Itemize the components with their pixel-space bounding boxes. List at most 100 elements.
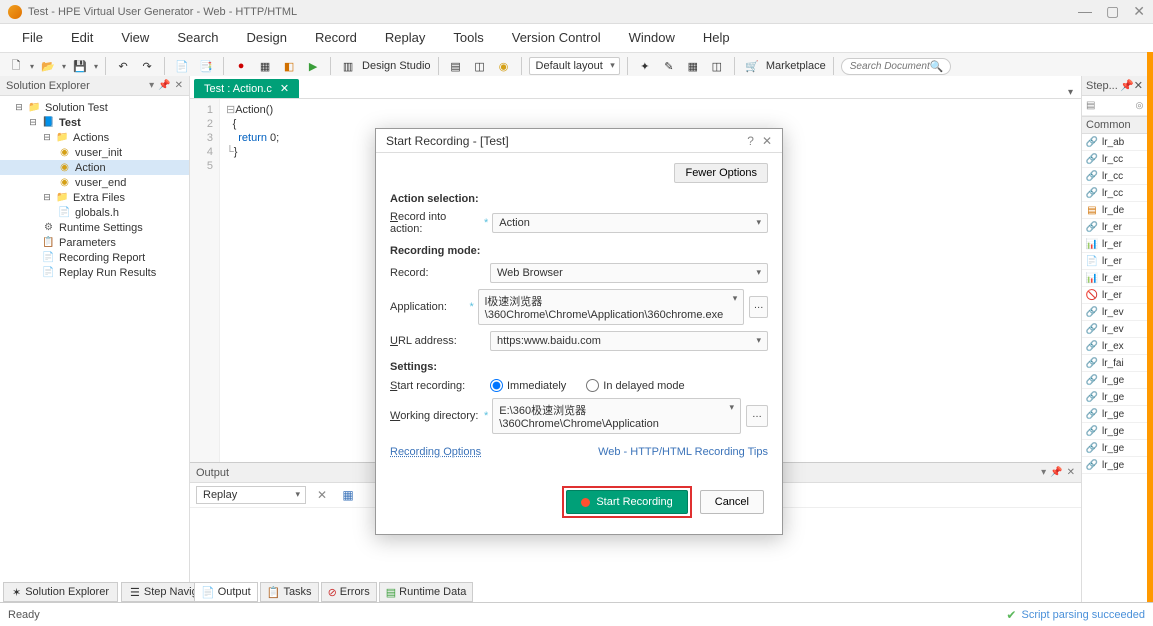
output-clear-icon[interactable]: ✕: [312, 485, 332, 505]
step-item[interactable]: 🔗lr_cc: [1082, 151, 1147, 168]
search-icon[interactable]: 🔍: [930, 60, 944, 73]
menu-help[interactable]: Help: [689, 24, 744, 52]
cancel-button[interactable]: Cancel: [700, 490, 764, 514]
step-item[interactable]: 📄lr_er: [1082, 253, 1147, 270]
recording-options-link[interactable]: Recording Options: [390, 446, 481, 458]
tree-globals-h[interactable]: 📄globals.h: [0, 205, 189, 220]
tree-runtime-settings[interactable]: ⚙Runtime Settings: [0, 220, 189, 235]
working-dir-combo[interactable]: E:\360极速浏览器\360Chrome\Chrome\Application: [492, 398, 741, 434]
step-item[interactable]: 🔗lr_ev: [1082, 304, 1147, 321]
step-item[interactable]: 🔗lr_cc: [1082, 185, 1147, 202]
minimize-button[interactable]: —: [1078, 3, 1092, 20]
right-docked-strip[interactable]: [1147, 52, 1153, 602]
output-pin-icon[interactable]: 📌: [1050, 467, 1062, 478]
close-button[interactable]: ✕: [1133, 3, 1145, 20]
fewer-options-button[interactable]: Fewer Options: [674, 163, 768, 183]
tab-runtime-data[interactable]: ▤Runtime Data: [379, 582, 474, 602]
tree-recording-report[interactable]: 📄Recording Report: [0, 250, 189, 265]
output-lock-icon[interactable]: ▦: [338, 485, 358, 505]
url-combo[interactable]: https:www.baidu.com: [490, 331, 768, 351]
menu-replay[interactable]: Replay: [371, 24, 439, 52]
runtime-icon[interactable]: ◉: [494, 56, 514, 76]
file-tab-action-c[interactable]: Test : Action.c ✕: [194, 79, 299, 98]
cart-icon[interactable]: 🛒: [742, 56, 762, 76]
dialog-help-icon[interactable]: ?: [747, 134, 754, 148]
step-item[interactable]: 🔗lr_ev: [1082, 321, 1147, 338]
recording-tips-link[interactable]: Web - HTTP/HTML Recording Tips: [598, 446, 768, 458]
panel-close-icon[interactable]: ✕: [175, 80, 183, 91]
step-item[interactable]: 🔗lr_cc: [1082, 168, 1147, 185]
menu-search[interactable]: Search: [163, 24, 232, 52]
maximize-button[interactable]: ▢: [1106, 3, 1119, 20]
filter-dd-icon[interactable]: ◎: [1135, 100, 1143, 111]
tree-replay-results[interactable]: 📄Replay Run Results: [0, 265, 189, 280]
output-close-icon[interactable]: ✕: [1067, 467, 1075, 478]
radio-immediately[interactable]: Immediately: [490, 379, 566, 392]
record-combo[interactable]: Web Browser: [490, 263, 768, 283]
filter-icon[interactable]: ▤: [1086, 100, 1095, 111]
record-button[interactable]: ●: [231, 56, 251, 76]
output-filter-combo[interactable]: Replay: [196, 486, 306, 504]
step-item[interactable]: 🔗lr_ge: [1082, 406, 1147, 423]
panel-dropdown-icon[interactable]: ▾: [149, 80, 154, 91]
pencil-icon[interactable]: ✎: [659, 56, 679, 76]
tree-actions-folder[interactable]: ⊟📁Actions: [0, 130, 189, 145]
menu-edit[interactable]: Edit: [57, 24, 107, 52]
layout-icon[interactable]: ▤: [446, 56, 466, 76]
compile-button[interactable]: ▦: [255, 56, 275, 76]
play-button[interactable]: ▶: [303, 56, 323, 76]
step-item[interactable]: 🔗lr_ge: [1082, 440, 1147, 457]
tab-solution-explorer[interactable]: ✶Solution Explorer: [3, 582, 118, 602]
menu-version-control[interactable]: Version Control: [498, 24, 615, 52]
design-studio-link[interactable]: Design Studio: [362, 60, 431, 72]
step-item[interactable]: 🔗lr_ge: [1082, 457, 1147, 474]
tab-overflow-icon[interactable]: ▾: [1068, 87, 1073, 98]
step-item[interactable]: 🔗lr_fai: [1082, 355, 1147, 372]
panel-pin-icon[interactable]: 📌: [158, 80, 170, 91]
docs-search-input[interactable]: [850, 61, 930, 72]
steps-filter-input[interactable]: [1095, 100, 1135, 111]
menu-tools[interactable]: Tools: [439, 24, 497, 52]
steps-pin-icon[interactable]: 📌: [1120, 79, 1134, 92]
step-item[interactable]: 🔗lr_ge: [1082, 389, 1147, 406]
tree-action-action[interactable]: ◉Action: [0, 160, 189, 175]
menu-record[interactable]: Record: [301, 24, 371, 52]
file-tab-close-icon[interactable]: ✕: [280, 82, 289, 95]
step-item[interactable]: 🔗lr_ge: [1082, 423, 1147, 440]
steps-close-icon[interactable]: ✕: [1134, 79, 1143, 92]
open-button[interactable]: 📂: [38, 56, 58, 76]
save-button[interactable]: 💾: [70, 56, 90, 76]
stop-button[interactable]: ◧: [279, 56, 299, 76]
tree-solution-root[interactable]: ⊟📁Solution Test: [0, 100, 189, 115]
step-item[interactable]: 📊lr_er: [1082, 270, 1147, 287]
settings-icon[interactable]: ◫: [470, 56, 490, 76]
menu-file[interactable]: File: [8, 24, 57, 52]
insert-icon[interactable]: 📑: [196, 56, 216, 76]
step-item[interactable]: 🔗lr_ab: [1082, 134, 1147, 151]
tab-errors[interactable]: ⊘Errors: [321, 582, 377, 602]
working-dir-browse-button[interactable]: …: [746, 405, 768, 427]
tree-parameters[interactable]: 📋Parameters: [0, 235, 189, 250]
dialog-close-icon[interactable]: ✕: [762, 134, 772, 148]
wand-icon[interactable]: ✦: [635, 56, 655, 76]
menu-window[interactable]: Window: [615, 24, 689, 52]
application-combo[interactable]: l极速浏览器\360Chrome\Chrome\Application\360c…: [478, 289, 744, 325]
marketplace-link[interactable]: Marketplace: [766, 60, 826, 72]
grid-icon[interactable]: ▦: [683, 56, 703, 76]
step-item[interactable]: 🔗lr_ge: [1082, 372, 1147, 389]
output-dropdown-icon[interactable]: ▾: [1041, 467, 1046, 478]
highlight-icon[interactable]: ◫: [707, 56, 727, 76]
start-recording-button[interactable]: Start Recording: [566, 490, 687, 514]
tree-extra-files-folder[interactable]: ⊟📁Extra Files: [0, 190, 189, 205]
docs-search-box[interactable]: 🔍: [841, 58, 951, 75]
design-studio-icon[interactable]: ▥: [338, 56, 358, 76]
menu-view[interactable]: View: [107, 24, 163, 52]
step-item[interactable]: 🚫lr_er: [1082, 287, 1147, 304]
step-item[interactable]: 🔗lr_er: [1082, 219, 1147, 236]
radio-delayed[interactable]: In delayed mode: [586, 379, 684, 392]
application-browse-button[interactable]: …: [749, 296, 768, 318]
tab-output[interactable]: 📄Output: [194, 582, 258, 602]
menu-design[interactable]: Design: [233, 24, 301, 52]
tree-action-vuser-end[interactable]: ◉vuser_end: [0, 175, 189, 190]
cut-paper-icon[interactable]: 📄: [172, 56, 192, 76]
